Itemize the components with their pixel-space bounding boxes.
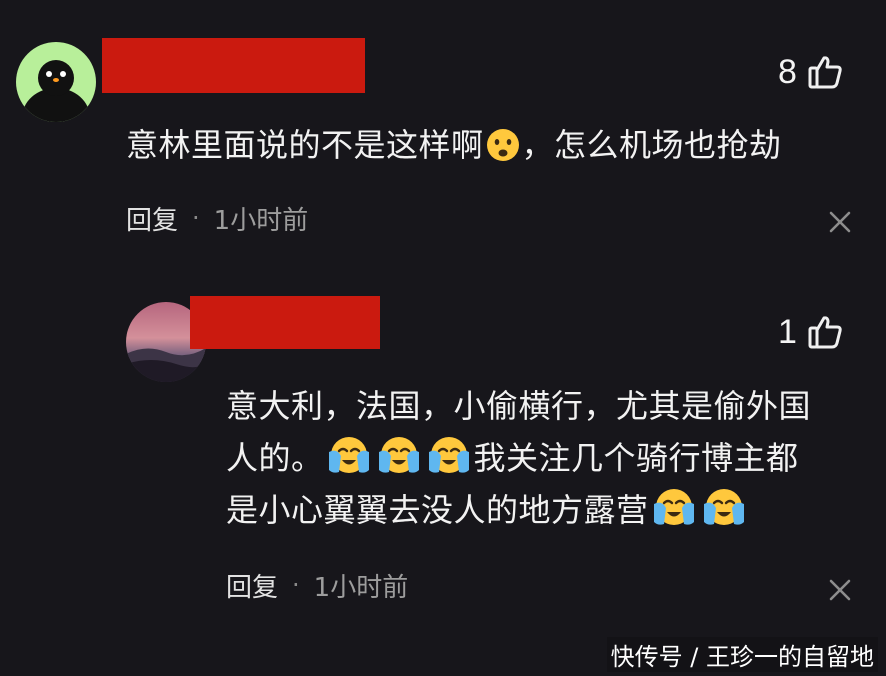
- loudly-crying-face-emoji-icon: [375, 432, 423, 476]
- comment-line: 意林里面说的不是这样啊 ，怎么机场也抢劫: [126, 126, 782, 164]
- loudly-crying-face-emoji-icon: [650, 484, 698, 528]
- separator-dot: ·: [292, 571, 300, 599]
- thumbs-up-icon: [807, 314, 843, 350]
- like-count: 1: [778, 313, 797, 351]
- comment-text: 意大利，法国，小偷横行，尤其是偷外国 人的。 我关注几个骑行博主都 是小心翼翼去…: [226, 380, 811, 536]
- comment-time: 1小时前: [213, 205, 309, 236]
- comment-line: 意大利，法国，小偷横行，尤其是偷外国: [226, 387, 812, 425]
- reply-button[interactable]: 回复: [226, 567, 278, 604]
- comment-thread: 8 意林里面说的不是这样啊 ，怎么机场也抢劫 回复 · 1小时前 1 意大利，法…: [0, 0, 886, 676]
- separator-dot: ·: [192, 204, 200, 232]
- comment-meta: 回复 · 1小时前: [226, 567, 408, 603]
- redacted-username: [102, 38, 365, 93]
- like-button[interactable]: 8: [778, 52, 843, 92]
- watermark: 快传号 / 王珍一的自留地: [606, 637, 878, 672]
- close-icon[interactable]: [828, 578, 852, 602]
- like-button[interactable]: 1: [778, 312, 843, 352]
- reply-button[interactable]: 回复: [126, 200, 178, 237]
- avatar[interactable]: [16, 42, 96, 122]
- close-icon[interactable]: [828, 210, 852, 234]
- comment-line: 人的。 我关注几个骑行博主都: [226, 432, 811, 484]
- comment-time: 1小时前: [313, 572, 409, 603]
- comment-meta: 回复 · 1小时前: [126, 200, 308, 236]
- loudly-crying-face-emoji-icon: [425, 432, 473, 476]
- thumbs-up-icon: [807, 54, 843, 90]
- redacted-username: [190, 296, 380, 349]
- frowning-face-emoji-icon: [485, 127, 521, 163]
- comment-text: 意林里面说的不是这样啊 ，怎么机场也抢劫: [126, 120, 782, 166]
- like-count: 8: [778, 53, 797, 91]
- comment-line: 是小心翼翼去没人的地方露营: [226, 484, 811, 536]
- loudly-crying-face-emoji-icon: [700, 484, 748, 528]
- loudly-crying-face-emoji-icon: [325, 432, 373, 476]
